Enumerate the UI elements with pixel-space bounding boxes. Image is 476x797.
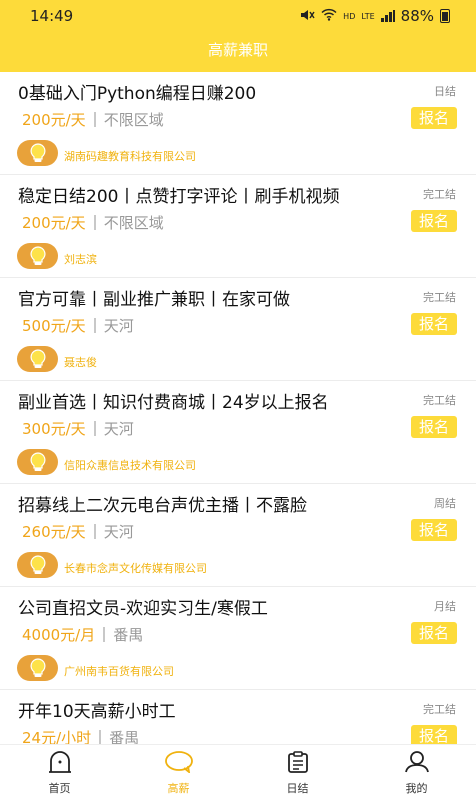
job-title: 开年10天高薪小时工 <box>18 702 176 722</box>
tab-home[interactable]: 首页 <box>0 745 119 797</box>
job-title: 招募线上二次元电台声优主播丨不露脸 <box>18 496 307 516</box>
pay-row: 260元/天 天河 <box>22 521 134 542</box>
job-title: 0基础入门Python编程日赚200 <box>18 84 257 104</box>
tab-daily-pay[interactable]: 日结 <box>238 745 357 797</box>
tab-label: 日结 <box>286 782 309 795</box>
tab-label: 首页 <box>48 782 71 795</box>
apply-button[interactable]: 报名 <box>411 622 457 644</box>
apply-button[interactable]: 报名 <box>411 725 457 744</box>
status-bar: 14:49 HD LTE 88% <box>0 0 476 32</box>
tab-mine[interactable]: 我的 <box>357 745 476 797</box>
battery-percent: 88% <box>400 7 434 25</box>
home-icon <box>47 751 73 777</box>
signal-icon <box>380 10 395 22</box>
lightbulb-icon <box>17 243 58 269</box>
job-area: 天河 <box>103 317 134 335</box>
job-card[interactable]: 稳定日结200丨点赞打字评论丨刷手机视频 完工结 200元/天 不限区域 报名 … <box>0 175 476 278</box>
job-card[interactable]: 公司直招文员-欢迎实习生/寒假工 月结 4000元/月 番禺 报名 广州南韦百货… <box>0 587 476 690</box>
job-salary: 300元/天 <box>22 420 86 438</box>
job-salary: 500元/天 <box>22 317 86 335</box>
tab-high-pay[interactable]: 高薪 <box>119 745 238 797</box>
company-name: 广州南韦百货有限公司 <box>64 665 174 678</box>
apply-button[interactable]: 报名 <box>411 416 457 438</box>
company-name: 信阳众惠信息技术有限公司 <box>64 459 196 472</box>
pay-row: 300元/天 天河 <box>22 418 134 439</box>
hd-label: HD <box>343 11 356 21</box>
divider <box>93 318 96 333</box>
pay-row: 24元/小时 番禺 <box>22 727 139 744</box>
tab-label: 高薪 <box>167 782 190 795</box>
pay-row: 200元/天 不限区域 <box>22 109 164 130</box>
job-card[interactable]: 0基础入门Python编程日赚200 日结 200元/天 不限区域 报名 湖南码… <box>0 72 476 175</box>
job-title: 副业首选丨知识付费商城丨24岁以上报名 <box>18 393 329 413</box>
bottom-tab-bar: 首页 高薪 日结 我的 <box>0 744 476 797</box>
settlement-type: 周结 <box>434 497 456 510</box>
job-title: 稳定日结200丨点赞打字评论丨刷手机视频 <box>18 187 340 207</box>
lightbulb-icon <box>17 655 58 681</box>
job-salary: 260元/天 <box>22 523 86 541</box>
header: 高薪兼职 <box>0 32 476 72</box>
tab-label: 我的 <box>405 782 428 795</box>
apply-button[interactable]: 报名 <box>411 313 457 335</box>
battery-icon <box>440 9 450 23</box>
divider <box>93 112 96 127</box>
settlement-type: 月结 <box>434 600 456 613</box>
job-salary: 4000元/月 <box>22 626 96 644</box>
apply-button[interactable]: 报名 <box>411 519 457 541</box>
apply-button[interactable]: 报名 <box>411 210 457 232</box>
settlement-type: 完工结 <box>423 394 456 407</box>
mute-icon <box>299 8 315 25</box>
company-name: 长春市念声文化传媒有限公司 <box>64 562 207 575</box>
job-area: 番禺 <box>113 626 144 644</box>
lightbulb-icon <box>17 449 58 475</box>
pay-row: 4000元/月 番禺 <box>22 624 143 645</box>
job-card[interactable]: 招募线上二次元电台声优主播丨不露脸 周结 260元/天 天河 报名 长春市念声文… <box>0 484 476 587</box>
page-title: 高薪兼职 <box>207 41 268 59</box>
job-salary: 200元/天 <box>22 111 86 129</box>
job-area: 不限区域 <box>103 111 164 129</box>
job-title: 官方可靠丨副业推广兼职丨在家可做 <box>18 290 290 310</box>
divider <box>103 627 106 642</box>
settlement-type: 完工结 <box>423 188 456 201</box>
job-title: 公司直招文员-欢迎实习生/寒假工 <box>18 599 268 619</box>
job-card[interactable]: 开年10天高薪小时工 完工结 24元/小时 番禺 报名 <box>0 690 476 744</box>
job-card[interactable]: 副业首选丨知识付费商城丨24岁以上报名 完工结 300元/天 天河 报名 信阳众… <box>0 381 476 484</box>
divider <box>93 524 96 539</box>
divider <box>99 730 102 744</box>
settlement-type: 日结 <box>434 85 456 98</box>
job-area: 番禺 <box>109 729 140 744</box>
job-area: 不限区域 <box>103 214 164 232</box>
company-name: 刘志滨 <box>64 253 97 266</box>
lightbulb-icon <box>17 552 58 578</box>
apply-button[interactable]: 报名 <box>411 107 457 129</box>
lightbulb-icon <box>17 140 58 166</box>
lte-label: LTE <box>361 11 375 21</box>
wifi-icon <box>321 8 337 24</box>
pay-row: 200元/天 不限区域 <box>22 212 164 233</box>
status-icons: HD LTE 88% <box>299 7 450 25</box>
job-card[interactable]: 官方可靠丨副业推广兼职丨在家可做 完工结 500元/天 天河 报名 聂志俊 <box>0 278 476 381</box>
company-name: 湖南码趣教育科技有限公司 <box>64 150 196 163</box>
divider <box>93 215 96 230</box>
job-area: 天河 <box>103 420 134 438</box>
job-salary: 24元/小时 <box>22 729 92 744</box>
company-name: 聂志俊 <box>64 356 97 369</box>
job-area: 天河 <box>103 523 134 541</box>
settlement-type: 完工结 <box>423 703 456 716</box>
job-list[interactable]: 0基础入门Python编程日赚200 日结 200元/天 不限区域 报名 湖南码… <box>0 72 476 744</box>
status-time: 14:49 <box>30 7 74 25</box>
person-icon <box>404 751 430 777</box>
chat-bubble-icon <box>164 751 194 777</box>
clipboard-icon <box>286 751 310 777</box>
divider <box>93 421 96 436</box>
lightbulb-icon <box>17 346 58 372</box>
settlement-type: 完工结 <box>423 291 456 304</box>
job-salary: 200元/天 <box>22 214 86 232</box>
pay-row: 500元/天 天河 <box>22 315 134 336</box>
